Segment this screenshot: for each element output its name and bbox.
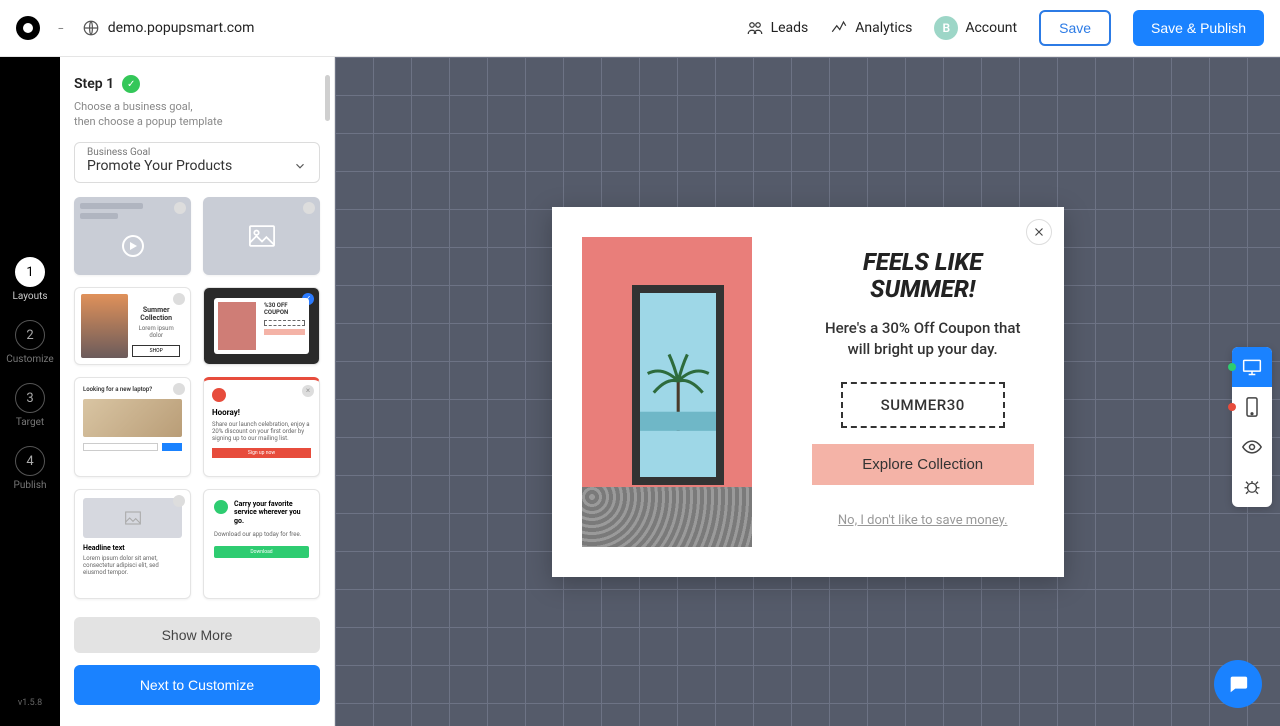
topbar: - demo.popupsmart.com Leads Analytics B …: [0, 0, 1280, 57]
bug-icon: [1243, 478, 1261, 496]
account-avatar: B: [934, 16, 958, 40]
show-more-button[interactable]: Show More: [74, 617, 320, 653]
save-button[interactable]: Save: [1039, 10, 1111, 46]
popup-image: [552, 207, 782, 577]
debug-button[interactable]: [1232, 467, 1272, 507]
decline-link[interactable]: No, I don't like to save money.: [838, 513, 1008, 528]
template-image[interactable]: [203, 197, 320, 275]
leads-link[interactable]: Leads: [746, 19, 809, 37]
popup-title: FEELS LIKESUMMER!: [863, 249, 982, 304]
business-goal-select[interactable]: Business Goal Promote Your Products: [74, 142, 320, 183]
chevron-down-icon: [293, 159, 307, 173]
globe-icon: [82, 19, 100, 37]
preview-canvas: FEELS LIKESUMMER! Here's a 30% Off Coupo…: [335, 57, 1280, 726]
palm-illustration: [640, 293, 716, 477]
chat-widget[interactable]: [1214, 660, 1262, 708]
popup-description: Here's a 30% Off Coupon that will bright…: [812, 318, 1034, 360]
popup-preview[interactable]: FEELS LIKESUMMER! Here's a 30% Off Coupo…: [552, 207, 1064, 577]
template-summer-coupon[interactable]: ✓ %30 OFF COUPON: [203, 287, 320, 365]
template-laptop[interactable]: Looking for a new laptop?: [74, 377, 191, 477]
device-mobile[interactable]: [1232, 387, 1272, 427]
coupon-code[interactable]: SUMMER30: [841, 382, 1005, 428]
step-title: Step 1: [74, 76, 114, 92]
template-headline[interactable]: Headline text Lorem ipsum dolor sit amet…: [74, 489, 191, 599]
device-rail: [1232, 347, 1272, 507]
template-app[interactable]: Carry your favorite service wherever you…: [203, 489, 320, 599]
account-link[interactable]: B Account: [934, 16, 1017, 40]
analytics-icon: [830, 19, 848, 37]
image-icon: [125, 511, 141, 525]
step-subtitle: Choose a business goal,then choose a pop…: [74, 99, 320, 130]
rail-step-publish[interactable]: 4 Publish: [14, 446, 47, 491]
rail-step-customize[interactable]: 2 Customize: [6, 320, 53, 365]
site-selector[interactable]: demo.popupsmart.com: [82, 19, 255, 37]
preview-button[interactable]: [1232, 427, 1272, 467]
mobile-icon: [1245, 397, 1259, 417]
app-version: v1.5.8: [18, 698, 42, 708]
play-icon: [122, 235, 144, 257]
chat-icon: [1227, 673, 1249, 695]
device-desktop[interactable]: [1232, 347, 1272, 387]
desktop-icon: [1242, 358, 1262, 376]
app-logo[interactable]: [16, 16, 40, 40]
eye-icon: [1242, 440, 1262, 454]
popup-close-button[interactable]: [1026, 219, 1052, 245]
rail-step-target[interactable]: 3 Target: [15, 383, 45, 428]
separator: -: [58, 16, 64, 40]
analytics-link[interactable]: Analytics: [830, 19, 912, 37]
close-icon: [1033, 226, 1045, 238]
next-button[interactable]: Next to Customize: [74, 665, 320, 705]
image-icon: [248, 225, 276, 247]
template-summer-collection[interactable]: Summer Collection Lorem ipsum dolor SHOP: [74, 287, 191, 365]
layouts-panel: Step 1 ✓ Choose a business goal,then cho…: [60, 57, 335, 726]
template-hooray[interactable]: × Hooray! Share our launch celebration, …: [203, 377, 320, 477]
save-publish-button[interactable]: Save & Publish: [1133, 10, 1264, 46]
step-rail: 1 Layouts 2 Customize 3 Target 4 Publish…: [0, 57, 60, 726]
explore-button[interactable]: Explore Collection: [812, 444, 1034, 485]
step-check-icon: ✓: [122, 75, 140, 93]
leads-icon: [746, 19, 764, 37]
template-video[interactable]: [74, 197, 191, 275]
site-name: demo.popupsmart.com: [108, 20, 255, 36]
rail-step-layouts[interactable]: 1 Layouts: [12, 257, 47, 302]
